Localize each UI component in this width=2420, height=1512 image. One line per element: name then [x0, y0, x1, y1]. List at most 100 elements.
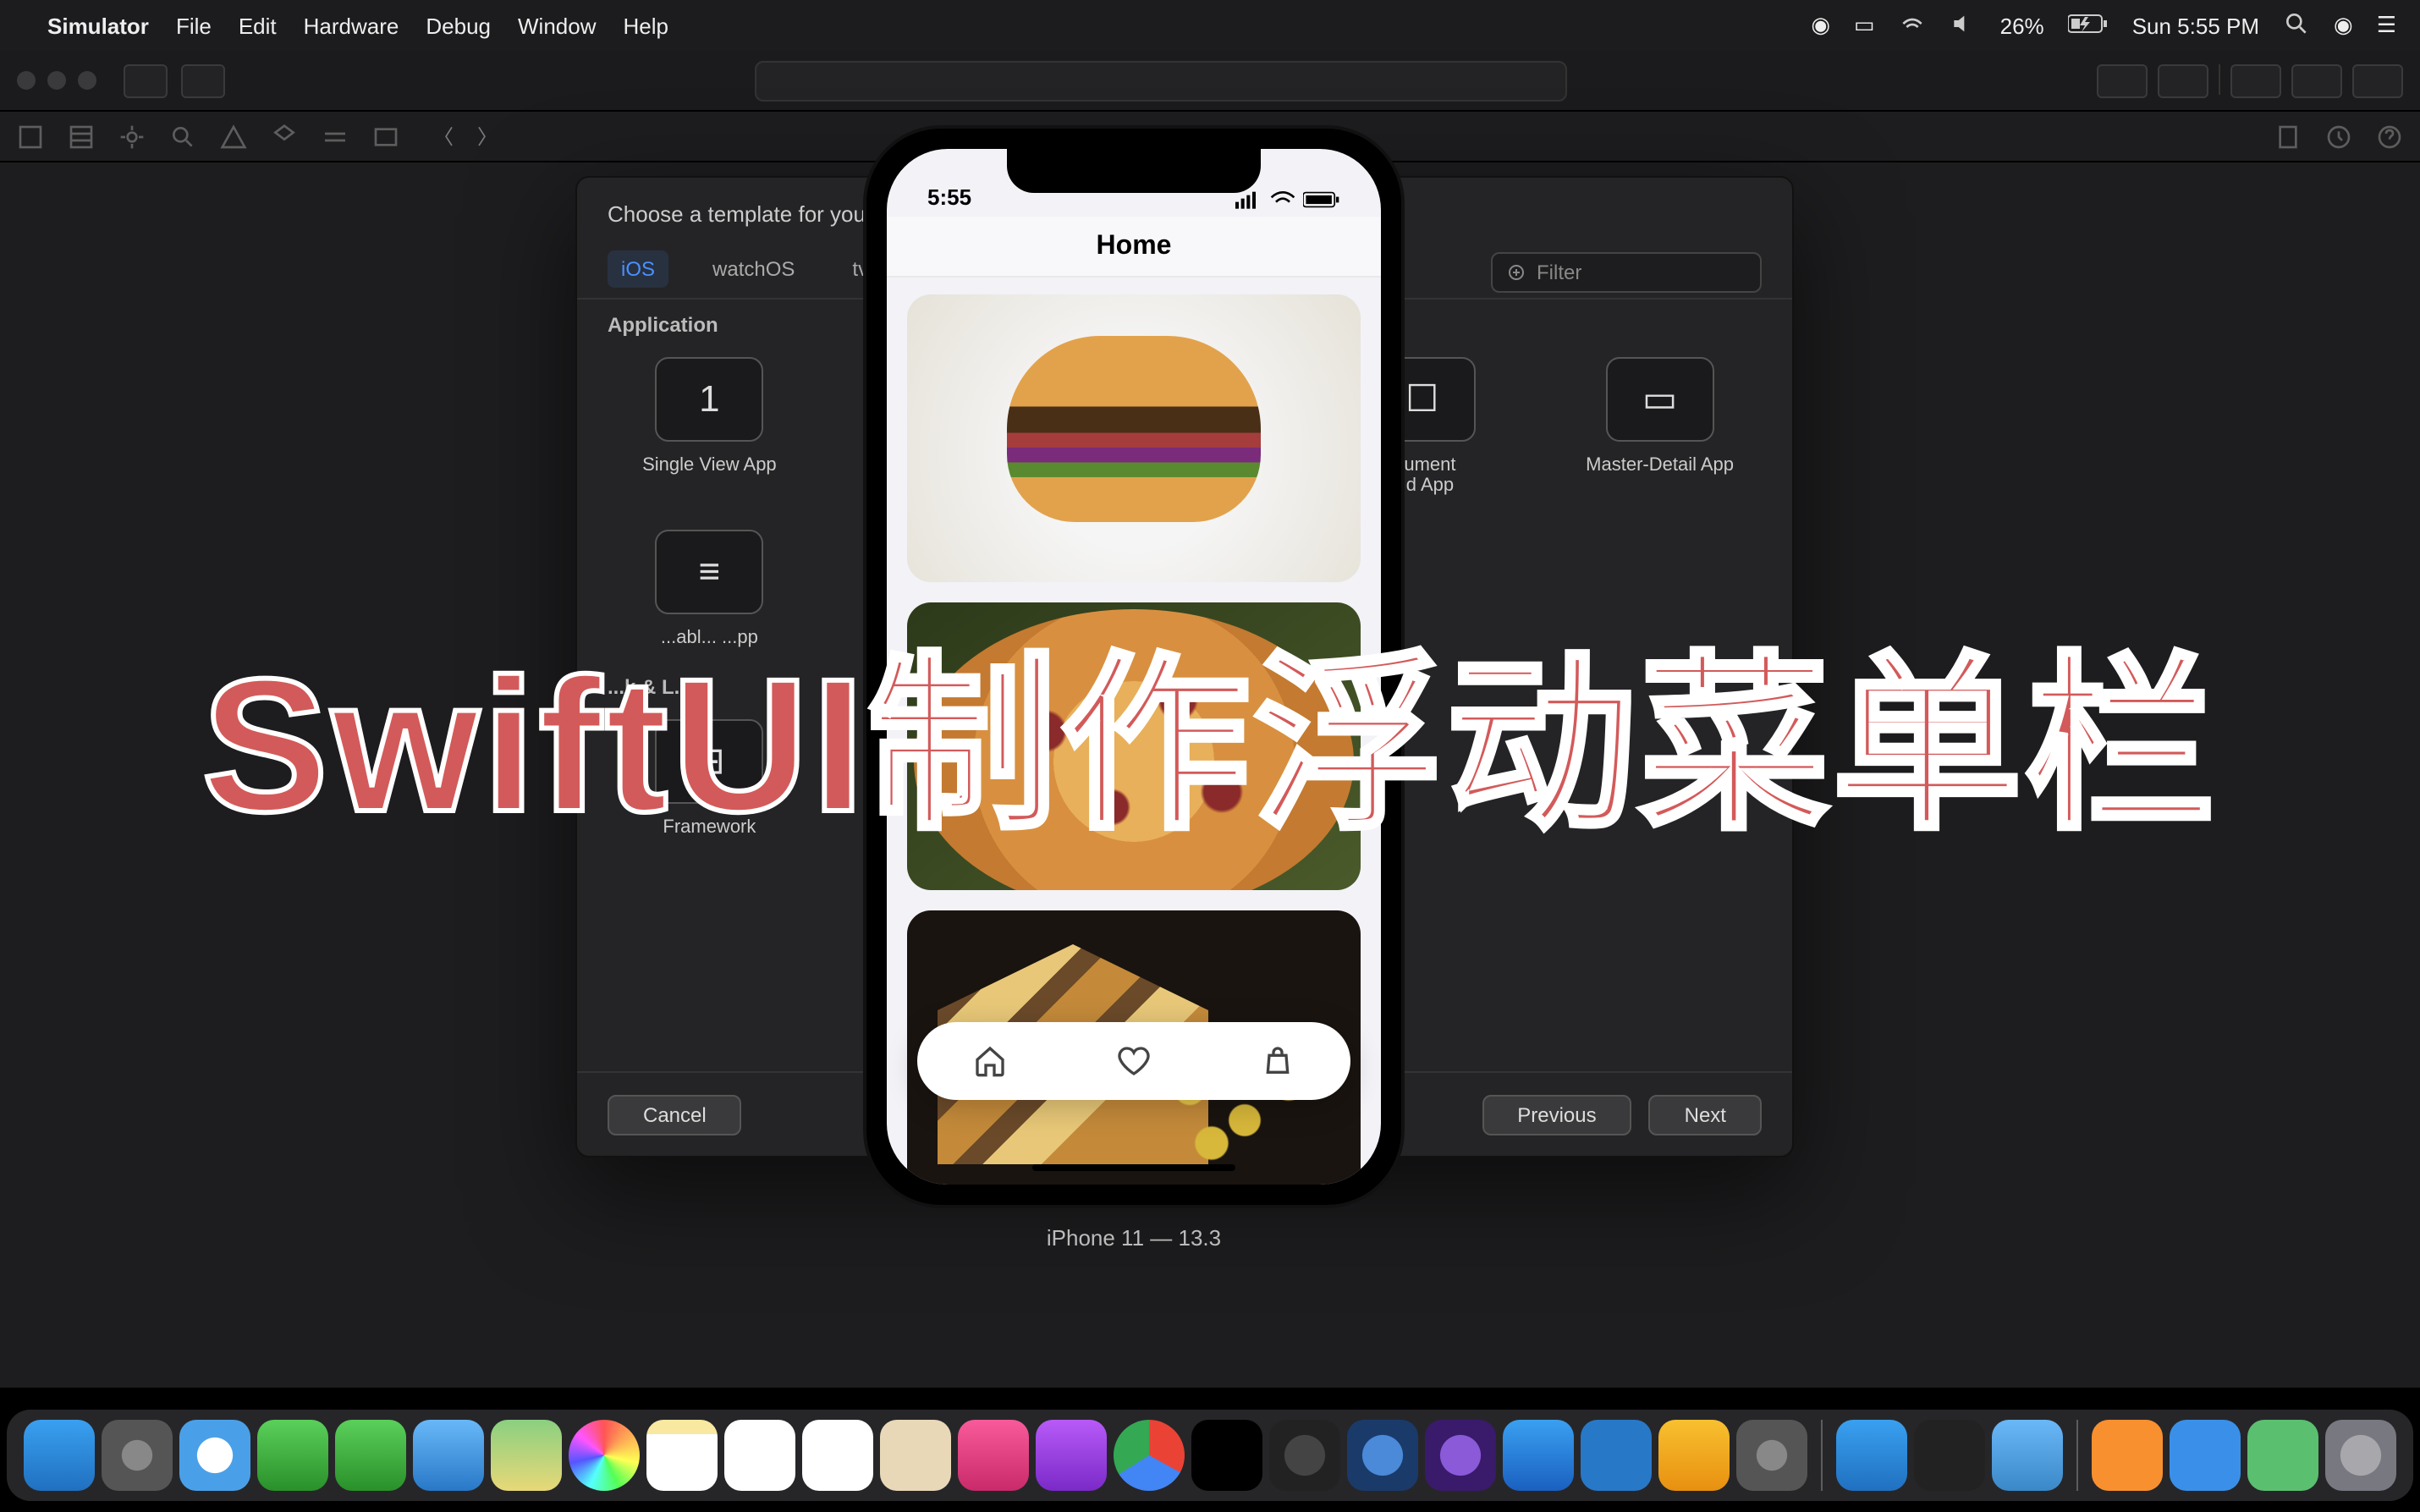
nav-icon[interactable]	[372, 123, 399, 150]
dock-numbers-icon[interactable]	[2247, 1420, 2318, 1491]
menu-file[interactable]: File	[176, 13, 212, 38]
dock-safari-icon[interactable]	[179, 1420, 250, 1491]
dock-appstore-icon[interactable]	[1503, 1420, 1574, 1491]
panel-left-button[interactable]	[2230, 63, 2281, 97]
activity-viewer[interactable]	[755, 60, 1567, 101]
template-glyph-icon: ▭	[1606, 357, 1714, 442]
template-master-detail-app[interactable]: ▭ Master-Detail App	[1558, 357, 1762, 496]
cellular-icon	[1235, 190, 1262, 210]
cancel-button[interactable]: Cancel	[608, 1094, 742, 1135]
search-icon[interactable]	[169, 123, 196, 150]
dock-vscode-icon[interactable]	[1581, 1420, 1652, 1491]
heart-icon[interactable]	[1117, 1044, 1151, 1078]
filter-icon	[1506, 262, 1526, 283]
notification-center-icon[interactable]: ☰	[2377, 12, 2396, 39]
library-add-button[interactable]	[2097, 63, 2148, 97]
file-inspector-icon[interactable]	[2274, 123, 2302, 150]
nav-title: Home	[1097, 231, 1172, 261]
volume-icon[interactable]	[1950, 9, 1977, 41]
battery-icon	[2068, 13, 2109, 38]
breadcrumb-chevron-icon: 〈	[433, 122, 454, 151]
help-icon[interactable]	[2376, 123, 2403, 150]
tab-watchos[interactable]: watchOS	[699, 250, 808, 288]
dock-launchpad-icon[interactable]	[102, 1420, 173, 1491]
template-glyph-icon: 1	[655, 357, 763, 442]
dock-facetime-icon[interactable]	[335, 1420, 406, 1491]
macos-dock	[7, 1410, 2413, 1501]
dock-mail-icon[interactable]	[413, 1420, 484, 1491]
nav-icon[interactable]	[17, 123, 44, 150]
dock-reminders-icon[interactable]	[802, 1420, 873, 1491]
run-button[interactable]	[124, 63, 168, 97]
app-name[interactable]: Simulator	[47, 13, 149, 38]
code-review-button[interactable]	[2158, 63, 2208, 97]
nav-icon[interactable]	[68, 123, 95, 150]
template-framework[interactable]: ⊞ Framework	[608, 719, 811, 838]
home-icon[interactable]	[972, 1044, 1006, 1078]
dock-terminal-icon[interactable]	[1914, 1420, 1985, 1491]
dock-music-icon[interactable]	[958, 1420, 1029, 1491]
template-tabbed-app[interactable]: ≡ ...abl... ...pp	[608, 530, 811, 648]
nav-icon[interactable]	[118, 123, 146, 150]
panel-bottom-button[interactable]	[2291, 63, 2342, 97]
dock-maps-icon[interactable]	[491, 1420, 562, 1491]
dock-systemprefs-icon[interactable]	[1736, 1420, 1807, 1491]
dock-chrome-icon[interactable]	[1114, 1420, 1185, 1491]
nav-bar: Home	[887, 217, 1381, 278]
window-traffic-lights[interactable]	[17, 71, 96, 90]
warning-icon[interactable]	[220, 123, 247, 150]
dock-imovie-icon[interactable]	[1425, 1420, 1496, 1491]
wifi-icon[interactable]	[1899, 9, 1926, 41]
nav-icon[interactable]	[271, 123, 298, 150]
previous-button[interactable]: Previous	[1482, 1094, 1631, 1135]
filter-input[interactable]: Filter	[1491, 252, 1762, 293]
food-card-pizza[interactable]	[907, 602, 1361, 890]
stop-button[interactable]	[181, 63, 225, 97]
dock-notes-icon[interactable]	[646, 1420, 718, 1491]
dock-messages-icon[interactable]	[257, 1420, 328, 1491]
wifi-icon	[1269, 190, 1296, 210]
menu-help[interactable]: Help	[624, 13, 669, 38]
battery-percent: 26%	[2000, 13, 2044, 38]
menu-hardware[interactable]: Hardware	[304, 13, 399, 38]
dock-podcasts-icon[interactable]	[1036, 1420, 1107, 1491]
menu-edit[interactable]: Edit	[239, 13, 277, 38]
display-icon[interactable]: ▭	[1854, 12, 1875, 39]
simulator-device: 5:55 Home	[863, 125, 1405, 1251]
dock-appletv-icon[interactable]	[1191, 1420, 1262, 1491]
menubar-clock[interactable]: Sun 5:55 PM	[2132, 13, 2259, 38]
panel-right-button[interactable]	[2352, 63, 2403, 97]
filter-placeholder: Filter	[1537, 261, 1581, 284]
siri-icon[interactable]: ◉	[2334, 12, 2353, 39]
dock-contacts-icon[interactable]	[880, 1420, 951, 1491]
status-time: 5:55	[927, 184, 971, 210]
template-label: ...abl... ...pp	[608, 628, 811, 648]
dock-trash-icon[interactable]	[2325, 1420, 2396, 1491]
home-indicator[interactable]	[1032, 1164, 1235, 1171]
dock-xcode-icon[interactable]	[1836, 1420, 1907, 1491]
nav-icon[interactable]	[322, 123, 349, 150]
dock-separator	[1821, 1420, 1823, 1491]
menu-window[interactable]: Window	[518, 13, 597, 38]
tab-ios[interactable]: iOS	[608, 250, 668, 288]
template-glyph-icon: ⊞	[655, 719, 763, 804]
screen-record-icon[interactable]: ◉	[1811, 12, 1830, 39]
dock-pages-icon[interactable]	[2092, 1420, 2163, 1491]
device-notch	[1007, 149, 1261, 193]
history-icon[interactable]	[2325, 123, 2352, 150]
dock-keynote-icon[interactable]	[2170, 1420, 2241, 1491]
food-card-burger[interactable]	[907, 294, 1361, 582]
bag-icon[interactable]	[1262, 1044, 1295, 1078]
dock-sketch-icon[interactable]	[1658, 1420, 1730, 1491]
template-label: Single View App	[608, 455, 811, 476]
dock-motion-icon[interactable]	[1347, 1420, 1418, 1491]
next-button[interactable]: Next	[1649, 1094, 1762, 1135]
menu-debug[interactable]: Debug	[426, 13, 491, 38]
dock-folder-icon[interactable]	[1992, 1420, 2063, 1491]
dock-photos-icon[interactable]	[569, 1420, 640, 1491]
dock-finder-icon[interactable]	[24, 1420, 95, 1491]
dock-calendar-icon[interactable]	[724, 1420, 795, 1491]
template-single-view-app[interactable]: 1 Single View App	[608, 357, 811, 496]
spotlight-icon[interactable]	[2283, 9, 2310, 41]
dock-finalcut-icon[interactable]	[1269, 1420, 1340, 1491]
